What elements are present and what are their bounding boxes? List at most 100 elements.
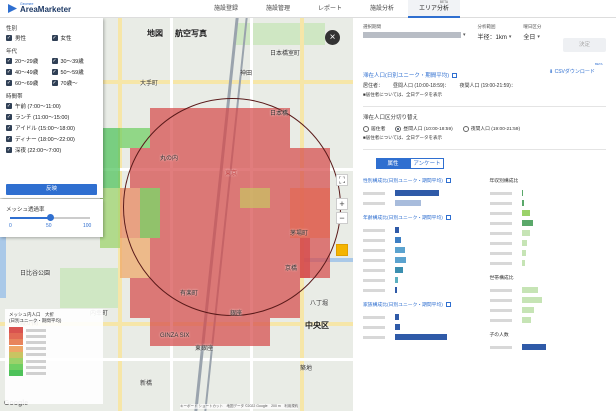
tab-attributes[interactable]: 属性 — [376, 158, 410, 169]
filter-checkbox[interactable]: ✓ 50〜59歳 — [51, 68, 98, 76]
csv-download-link[interactable]: ⬇ CSVダウンロード — [549, 68, 595, 75]
bar-row — [363, 235, 480, 245]
range-field[interactable]: 分析範囲 半径：1km ▾ — [478, 24, 512, 41]
checkbox-icon[interactable]: ✓ — [51, 35, 58, 41]
map-place-label: 日本橋 — [270, 111, 289, 117]
nav-tab-3[interactable]: 施設分析 — [356, 0, 408, 18]
bar-label-redacted — [489, 345, 512, 349]
bar-label-redacted — [363, 258, 385, 262]
nav-tab-4[interactable]: エリア分析 BETA — [408, 0, 460, 18]
checkbox-icon[interactable]: ✓ — [6, 69, 12, 75]
checkbox-icon[interactable]: ✓ — [6, 114, 12, 120]
chart-title-text: 子の人数 — [489, 333, 509, 338]
chevron-down-icon: ▾ — [463, 32, 466, 38]
filter-checkbox[interactable]: ✓ ランチ (11:00〜15:00) — [6, 113, 97, 121]
legend-swatch — [9, 327, 23, 334]
population-radio[interactable]: 夜間人口 (19:00-21:59) — [462, 125, 520, 132]
checkbox-label: 60〜69歳 — [15, 81, 39, 87]
mesh-cell — [100, 188, 120, 248]
chart-section-title[interactable]: 性別構成比(日別ユニーク・期間平均) — [363, 177, 480, 184]
bar — [521, 297, 542, 303]
checkbox-label: アイドル (15:00〜18:00) — [15, 126, 75, 132]
radio-icon[interactable] — [395, 125, 402, 132]
checkbox-icon[interactable]: ✓ — [6, 58, 12, 64]
day-field[interactable]: 曜日区分 全日 ▾ — [523, 24, 541, 41]
nav-tab-1[interactable]: 施設管理 — [252, 0, 304, 18]
filter-checkbox[interactable]: ✓ ディナー (18:00〜22:00) — [6, 135, 97, 143]
legend-value-redacted — [26, 340, 46, 344]
bar-label-redacted — [489, 201, 512, 205]
nav-tab-label: エリア分析 — [418, 5, 449, 12]
filter-checkbox[interactable]: ✓ 30〜39歳 — [51, 57, 98, 65]
population-item: 夜間人口 (19:00-21:59)： — [459, 83, 516, 89]
period-field[interactable]: 選択期間 ▾ — [363, 24, 466, 41]
bar-row — [489, 188, 607, 198]
bar-row — [363, 265, 480, 275]
logo-text: AreaMarketer — [20, 5, 72, 15]
zoom-out-button[interactable]: − — [336, 212, 348, 224]
bar-label-redacted — [363, 191, 385, 195]
logo[interactable]: Geomee AreaMarketer — [0, 2, 200, 15]
close-icon[interactable]: × — [325, 30, 340, 45]
nav-tab-2[interactable]: レポート — [304, 0, 356, 18]
checkbox-icon[interactable]: ✓ — [51, 69, 58, 75]
bar-label-redacted — [363, 201, 385, 205]
map-place-label: 有楽町 — [180, 291, 199, 297]
checkbox-icon[interactable]: ✓ — [51, 58, 58, 64]
filter-checkbox[interactable]: ✓ 70歳〜 — [51, 79, 98, 87]
external-link-icon — [445, 178, 451, 183]
checkbox-icon[interactable]: ✓ — [6, 136, 12, 142]
apply-button[interactable]: 反映 — [6, 184, 97, 195]
population-item: 昼間人口 (10:00-18:59)： — [393, 83, 450, 89]
filter-checkbox[interactable]: ✓ 60〜69歳 — [6, 79, 52, 87]
slider-tick-max: 100 — [83, 223, 92, 229]
checkbox-icon[interactable]: ✓ — [51, 80, 58, 86]
filter-checkbox[interactable]: ✓ 男性 — [6, 34, 52, 42]
zoom-in-button[interactable]: + — [336, 198, 348, 210]
filter-checkbox[interactable]: ✓ 40〜49歳 — [6, 68, 52, 76]
filter-checkbox[interactable]: ✓ 女性 — [51, 34, 98, 42]
street-view-pegman-icon[interactable] — [336, 244, 348, 256]
radio-icon[interactable] — [462, 125, 469, 132]
tab-survey[interactable]: アンケート — [410, 158, 444, 169]
map-place-label: 銀座 — [230, 311, 243, 317]
slider-handle[interactable] — [46, 214, 54, 221]
bar — [521, 220, 533, 226]
chart-section-title[interactable]: 家族構成比(日別ユニーク・期間平均) — [363, 301, 480, 308]
switch-title: 滞在人口区分切り替え — [363, 115, 419, 121]
nav-tab-0[interactable]: 施設登録 — [200, 0, 252, 18]
bar-label-redacted — [363, 268, 385, 272]
checkbox-icon[interactable]: ✓ — [6, 35, 12, 41]
filter-checkbox[interactable]: ✓ 午前 (7:00〜11:00) — [6, 102, 97, 110]
checkbox-label: 70歳〜 — [60, 81, 78, 87]
population-radio[interactable]: 昼間人口 (10:00-18:59) — [395, 125, 453, 132]
bar-row — [489, 198, 607, 208]
age-title: 年代 — [6, 49, 18, 55]
legend-value-redacted — [26, 334, 46, 338]
filter-checkbox[interactable]: ✓ アイドル (15:00〜18:00) — [6, 124, 97, 132]
period-value — [363, 32, 461, 38]
population-radio[interactable]: 居住者 — [363, 125, 385, 132]
opacity-slider[interactable] — [10, 214, 90, 221]
bar-row — [363, 245, 480, 255]
bar-label-redacted — [363, 278, 385, 282]
filter-checkbox[interactable]: ✓ 20〜29歳 — [6, 57, 52, 65]
checkbox-icon[interactable]: ✓ — [6, 147, 12, 153]
checkbox-icon[interactable]: ✓ — [6, 80, 12, 86]
radio-icon[interactable] — [363, 125, 369, 132]
fullscreen-icon[interactable]: ⛶ — [336, 174, 348, 186]
radio-label: 昼間人口 (10:00-18:59) — [403, 127, 453, 132]
bar — [395, 324, 400, 330]
filter-checkbox[interactable]: ✓ 深夜 (22:00〜7:00) — [6, 146, 97, 154]
map-place-label: 航空写真 — [175, 29, 207, 38]
checkbox-label: 女性 — [60, 36, 72, 42]
chart-section-title[interactable]: 年齢構成比(日別ユニーク・期間平均) — [363, 214, 480, 221]
decide-button[interactable]: 決定 — [563, 38, 606, 52]
checkbox-icon[interactable]: ✓ — [6, 125, 12, 131]
bar — [395, 267, 403, 273]
mesh-cell — [150, 318, 270, 346]
map-place-label: 築地 — [300, 366, 313, 372]
bar-label-redacted — [363, 228, 385, 232]
checkbox-icon[interactable]: ✓ — [6, 103, 12, 109]
bar-label-redacted — [489, 261, 512, 265]
